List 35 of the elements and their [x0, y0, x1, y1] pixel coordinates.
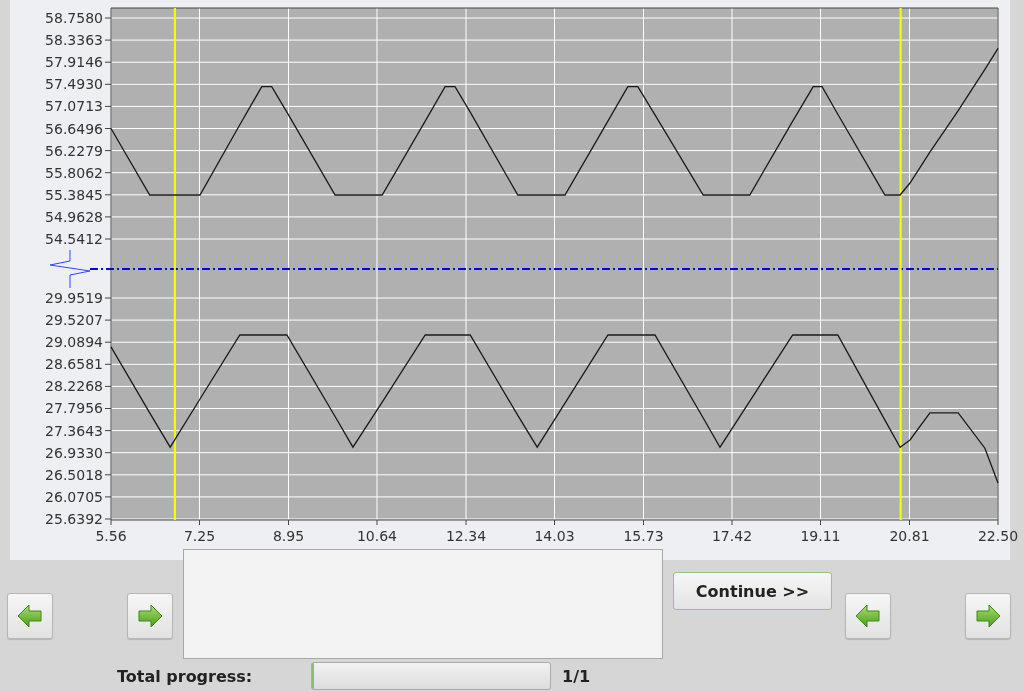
y-tick-label: 57.0713 — [45, 98, 103, 115]
y-tick-label: 29.0894 — [45, 334, 103, 351]
y-tick-label: 57.4930 — [45, 76, 103, 93]
y-tick-label: 28.2268 — [45, 378, 103, 395]
y-tick-label: 26.5018 — [45, 466, 103, 483]
y-tick-label: 28.6581 — [45, 356, 103, 373]
y-tick-label: 26.0705 — [45, 488, 103, 505]
y-tick-label: 29.9519 — [45, 290, 103, 306]
y-tick-label: 56.2279 — [45, 142, 103, 159]
y-tick-label: 58.3363 — [45, 32, 103, 49]
x-tick-label: 7.25 — [183, 528, 216, 544]
y-tick-label: 55.8062 — [45, 164, 103, 181]
x-tick-label: 14.03 — [534, 528, 575, 544]
y-tick-label: 55.3845 — [45, 186, 103, 203]
y-tick-label: 57.9146 — [45, 54, 103, 71]
y-tick-label: 54.5412 — [45, 231, 103, 247]
y-tick-label: 27.3643 — [45, 422, 103, 439]
x-tick-label: 22.50 — [977, 528, 1019, 544]
y-tick-label: 58.7580 — [45, 10, 103, 26]
progress-label: Total progress: — [117, 666, 254, 686]
y-tick-label: 54.9628 — [45, 208, 103, 225]
x-tick-label: 5.56 — [95, 528, 127, 544]
x-tick-label: 17.42 — [711, 528, 753, 544]
y-tick-label: 25.6392 — [45, 511, 103, 527]
x-tick-label: 12.34 — [445, 528, 487, 544]
y-tick-label: 27.7956 — [45, 400, 103, 417]
x-tick-label: 19.11 — [800, 528, 841, 544]
x-tick-label: 10.64 — [356, 528, 398, 544]
x-tick-label: 8.95 — [272, 528, 305, 544]
y-tick-label: 56.6496 — [45, 120, 103, 137]
y-tick-label: 26.9330 — [45, 444, 103, 461]
x-tick-label: 20.81 — [889, 528, 930, 544]
y-tick-label: 29.5207 — [45, 312, 103, 329]
progress-reading: 1/1 — [562, 666, 591, 686]
x-tick-label: 15.73 — [623, 528, 664, 544]
